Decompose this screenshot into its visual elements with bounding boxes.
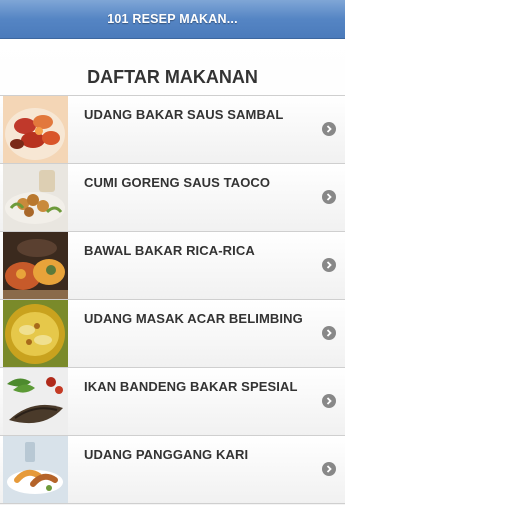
item-label: UDANG BAKAR SAUS SAMBAL — [84, 107, 284, 122]
list-item-bawal-bakar[interactable]: BAWAL BAKAR RICA-RICA — [0, 232, 345, 300]
item-label: BAWAL BAKAR RICA-RICA — [84, 243, 255, 258]
list-item-udang-masak-acar[interactable]: UDANG MASAK ACAR BELIMBING — [0, 300, 345, 368]
item-label: CUMI GORENG SAUS TAOCO — [84, 175, 271, 190]
app-window: 101 RESEP MAKAN... DAFTAR MAKANAN UDANG … — [0, 0, 345, 505]
item-label: UDANG MASAK ACAR BELIMBING — [84, 311, 303, 326]
header-bar: 101 RESEP MAKAN... — [0, 0, 345, 39]
chevron-right-icon — [322, 190, 336, 204]
chevron-right-icon — [322, 462, 336, 476]
content-area: DAFTAR MAKANAN UDANG BAKAR SAUS SAMBAL C… — [0, 39, 345, 505]
list-title: DAFTAR MAKANAN — [87, 67, 258, 87]
food-list: UDANG BAKAR SAUS SAMBAL CUMI GORENG SAUS… — [0, 95, 345, 504]
grilled-fish-photo-icon — [3, 232, 68, 299]
chevron-right-icon — [322, 394, 336, 408]
list-item-udang-panggang[interactable]: UDANG PANGGANG KARI — [0, 436, 345, 504]
list-item-ikan-bandeng[interactable]: IKAN BANDENG BAKAR SPESIAL — [0, 368, 345, 436]
fried-squid-photo-icon — [3, 164, 68, 231]
list-item-cumi-goreng[interactable]: CUMI GORENG SAUS TAOCO — [0, 164, 345, 232]
chevron-right-icon — [322, 326, 336, 340]
shrimp-dish-photo-icon — [3, 96, 68, 163]
item-label: IKAN BANDENG BAKAR SPESIAL — [84, 379, 298, 394]
shrimp-curry-photo-icon — [3, 300, 68, 367]
grilled-prawn-photo-icon — [3, 436, 68, 503]
milkfish-photo-icon — [3, 368, 68, 435]
chevron-right-icon — [322, 122, 336, 136]
app-title: 101 RESEP MAKAN... — [107, 12, 238, 26]
item-label: UDANG PANGGANG KARI — [84, 447, 249, 462]
chevron-right-icon — [322, 258, 336, 272]
list-item-udang-bakar[interactable]: UDANG BAKAR SAUS SAMBAL — [0, 96, 345, 164]
